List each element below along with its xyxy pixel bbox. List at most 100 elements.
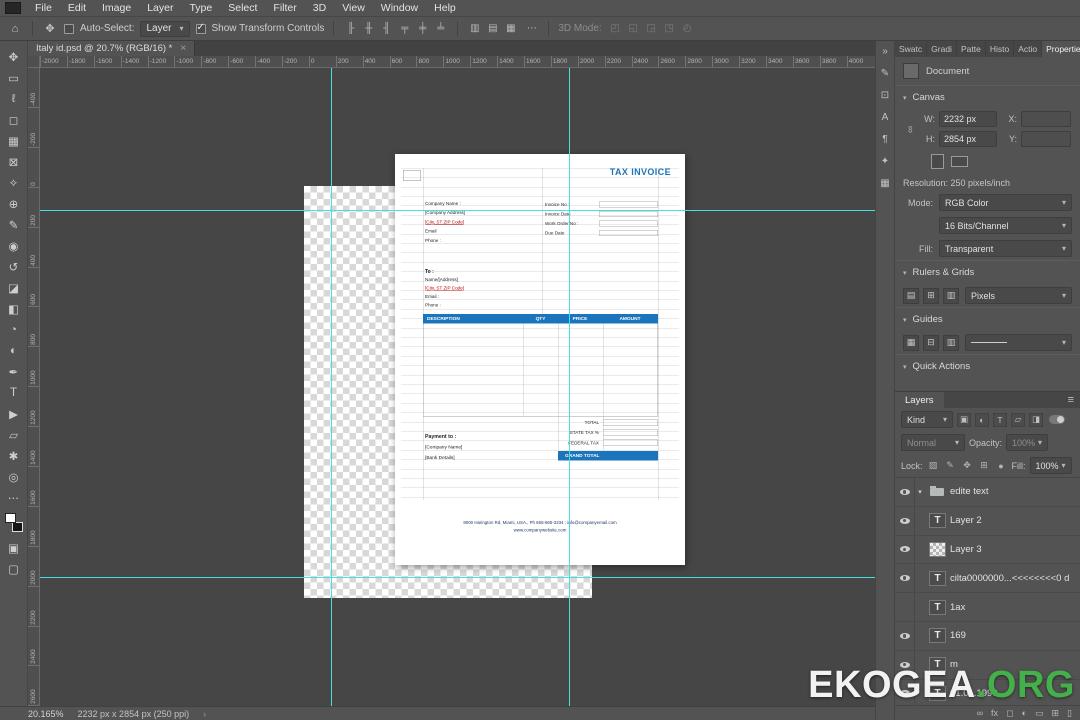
lock-pixels-icon[interactable]: ✎ bbox=[944, 460, 957, 471]
align-middle-icon[interactable]: ╪ bbox=[415, 23, 430, 34]
background-color[interactable] bbox=[11, 522, 23, 532]
kind-filter-select[interactable]: Kind ▾ bbox=[901, 411, 953, 428]
visibility-toggle[interactable] bbox=[895, 478, 915, 506]
lock-transparency-icon[interactable]: ▨ bbox=[927, 460, 940, 471]
hand-tool[interactable]: ✱ bbox=[2, 445, 26, 466]
auto-select-checkbox[interactable] bbox=[64, 23, 74, 34]
canvas-section-header[interactable]: ▾ Canvas bbox=[895, 85, 1080, 109]
align-right-icon[interactable]: ╢ bbox=[379, 23, 394, 34]
panel-tab[interactable]: Patte bbox=[957, 41, 986, 57]
clone-stamp-tool[interactable]: ◉ bbox=[2, 235, 26, 256]
portrait-orientation-icon[interactable] bbox=[931, 154, 944, 169]
move-tool-preset-icon[interactable]: ✥ bbox=[42, 22, 58, 35]
filter-pixel-layers-icon[interactable]: ▣ bbox=[957, 412, 971, 427]
guide-horizontal[interactable] bbox=[40, 577, 875, 578]
3d-scale-icon[interactable]: ◴ bbox=[680, 23, 695, 34]
more-tools-icon[interactable]: ⋯ bbox=[2, 487, 26, 508]
add-mask-icon[interactable]: ◻ bbox=[1006, 708, 1013, 719]
delete-layer-icon[interactable]: ▯ bbox=[1067, 708, 1072, 719]
horizontal-ruler[interactable]: -2000 -1800 -1600 -1400 -1200 -1000 -800 -600 -4… bbox=[40, 56, 875, 68]
healing-brush-tool[interactable]: ⊕ bbox=[2, 193, 26, 214]
screen-mode-icon[interactable]: ▢ bbox=[2, 558, 26, 579]
object-selection-tool[interactable]: ◻ bbox=[2, 109, 26, 130]
layer-row[interactable]: Layer 3 bbox=[895, 535, 1080, 565]
libraries-panel-icon[interactable]: ▦ bbox=[880, 178, 889, 189]
layer-fill-select[interactable]: 100% ▾ bbox=[1029, 457, 1072, 474]
menu-item[interactable]: 3D bbox=[305, 0, 334, 16]
quick-actions-section-header[interactable]: ▾ Quick Actions bbox=[895, 354, 1080, 378]
close-tab-icon[interactable]: × bbox=[180, 43, 186, 54]
gradient-tool[interactable]: ◧ bbox=[2, 298, 26, 319]
eraser-tool[interactable]: ◪ bbox=[2, 277, 26, 298]
app-icon[interactable] bbox=[5, 2, 21, 14]
menu-item[interactable]: Select bbox=[220, 0, 265, 16]
vertical-ruler[interactable]: -400 -200 0 200 400 600 800 1000 1200 1400 1600 180… bbox=[28, 68, 40, 706]
filter-adjustment-layers-icon[interactable]: ◐ bbox=[975, 412, 989, 427]
align-bottom-icon[interactable]: ╧ bbox=[433, 23, 448, 34]
visibility-toggle[interactable] bbox=[895, 621, 915, 650]
menu-item[interactable]: View bbox=[334, 0, 373, 16]
blur-tool[interactable]: ◔ bbox=[2, 319, 26, 340]
menu-item[interactable]: Filter bbox=[265, 0, 304, 16]
marquee-tool[interactable]: ▭ bbox=[2, 67, 26, 88]
3d-roll-icon[interactable]: ◱ bbox=[626, 23, 641, 34]
status-caret-icon[interactable]: › bbox=[203, 709, 206, 719]
lock-guides-icon[interactable]: ⊟ bbox=[923, 334, 939, 351]
filter-shape-layers-icon[interactable]: ▱ bbox=[1011, 412, 1025, 427]
brush-tool[interactable]: ✎ bbox=[2, 214, 26, 235]
show-transform-checkbox[interactable] bbox=[195, 22, 206, 34]
home-icon[interactable]: ⌂ bbox=[7, 23, 23, 35]
foreground-color[interactable] bbox=[4, 513, 16, 523]
landscape-orientation-icon[interactable] bbox=[951, 156, 968, 167]
layer-style-icon[interactable]: fx bbox=[991, 708, 998, 718]
layer-row[interactable]: cilta0000000...<<<<<<<<0 d bbox=[895, 564, 1080, 594]
menu-item[interactable]: Type bbox=[181, 0, 220, 16]
link-layers-icon[interactable]: ∞ bbox=[977, 708, 983, 718]
distribute-vertical-icon[interactable]: ▤ bbox=[485, 23, 500, 34]
collapse-panels-icon[interactable]: » bbox=[882, 46, 888, 57]
snap-icon[interactable]: ▥ bbox=[943, 287, 959, 304]
visibility-toggle[interactable] bbox=[895, 564, 915, 593]
guide-style-select[interactable]: ▾ bbox=[965, 334, 1072, 351]
guide-vertical[interactable] bbox=[569, 68, 570, 706]
paragraph-panel-icon[interactable]: ¶ bbox=[882, 134, 887, 145]
quick-mask-icon[interactable]: ▣ bbox=[2, 537, 26, 558]
distribute-horizontal-icon[interactable]: ▥ bbox=[467, 23, 482, 34]
panel-menu-icon[interactable]: ≡ bbox=[1068, 394, 1080, 406]
panel-tab[interactable]: Histo bbox=[986, 41, 1015, 57]
panel-tab[interactable]: Swatc bbox=[895, 41, 928, 57]
guide-vertical[interactable] bbox=[331, 68, 332, 706]
guide-horizontal[interactable] bbox=[40, 210, 875, 211]
visibility-toggle[interactable] bbox=[895, 593, 915, 621]
zoom-level[interactable]: 20.165% bbox=[28, 709, 64, 719]
3d-drag-icon[interactable]: ◲ bbox=[644, 23, 659, 34]
visibility-toggle[interactable] bbox=[895, 535, 915, 564]
3d-rotate-icon[interactable]: ◰ bbox=[608, 23, 623, 34]
dodge-tool[interactable]: ◐ bbox=[2, 340, 26, 361]
type-tool[interactable]: T bbox=[2, 382, 26, 403]
frame-tool[interactable]: ⊠ bbox=[2, 151, 26, 172]
filter-type-layers-icon[interactable]: T bbox=[993, 412, 1007, 427]
panel-tab[interactable]: Actio bbox=[1014, 41, 1043, 57]
path-selection-tool[interactable]: ▶ bbox=[2, 403, 26, 424]
clear-guides-icon[interactable]: ▥ bbox=[943, 334, 959, 351]
guides-section-header[interactable]: ▾ Guides bbox=[895, 307, 1080, 331]
opacity-select[interactable]: 100% ▾ bbox=[1006, 434, 1049, 451]
shape-tool[interactable]: ▱ bbox=[2, 424, 26, 445]
move-tool[interactable]: ✥ bbox=[2, 46, 26, 67]
more-options-icon[interactable]: ⋯ bbox=[524, 23, 539, 34]
adjustment-layer-icon[interactable]: ◐ bbox=[1022, 708, 1027, 718]
toggle-guides-icon[interactable]: ▦ bbox=[903, 334, 919, 351]
document-tab[interactable]: Italy id.psd @ 20.7% (RGB/16) * × bbox=[28, 41, 196, 56]
color-swatches[interactable] bbox=[4, 513, 24, 532]
lock-all-icon[interactable]: ● bbox=[995, 460, 1008, 471]
height-field[interactable]: 2854 px bbox=[939, 131, 997, 147]
menu-item[interactable]: File bbox=[27, 0, 60, 16]
filter-smart-objects-icon[interactable]: ◨ bbox=[1029, 412, 1043, 427]
lock-artboard-icon[interactable]: ⊞ bbox=[978, 460, 991, 471]
blend-mode-select[interactable]: Normal ▾ bbox=[901, 434, 965, 451]
bit-depth-select[interactable]: 16 Bits/Channel ▾ bbox=[939, 217, 1072, 234]
link-dimensions-icon[interactable]: ∞ bbox=[905, 122, 916, 136]
3d-slide-icon[interactable]: ◳ bbox=[662, 23, 677, 34]
history-brush-tool[interactable]: ↺ bbox=[2, 256, 26, 277]
